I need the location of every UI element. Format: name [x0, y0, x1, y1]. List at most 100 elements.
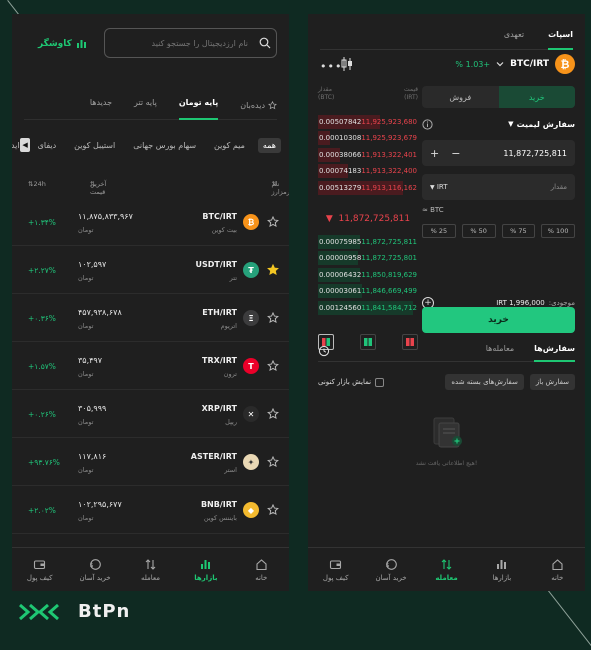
- percent-75-button[interactable]: 75 %: [501, 224, 536, 238]
- pair-bar: ₿ BTC/IRT +1.03 % •••: [318, 54, 575, 76]
- price-input[interactable]: 11,872,725,811: [503, 149, 567, 158]
- nav-item-trade[interactable]: معامله: [123, 548, 178, 591]
- percent-100-button[interactable]: 100 %: [541, 224, 575, 238]
- home-icon: [255, 558, 268, 571]
- amount-input[interactable]: مقدار: [551, 183, 567, 191]
- chip-stablecoin[interactable]: استیبل کوین: [69, 138, 120, 153]
- bid-row[interactable]: 0.00000958 11,872,725,801: [318, 250, 418, 266]
- chevron-down-icon: [496, 60, 504, 68]
- plus-icon[interactable]: +: [430, 147, 439, 160]
- star-outline-icon[interactable]: [267, 408, 279, 420]
- tab-margin[interactable]: تعهدی: [504, 24, 524, 50]
- chevron-left-icon[interactable]: ◀: [20, 138, 30, 152]
- nav-item-home[interactable]: خانه: [530, 548, 585, 591]
- mid-price: ▼ 11,872,725,811: [325, 214, 411, 224]
- order-amount: 0.00006432: [319, 270, 362, 279]
- nav-item-home[interactable]: خانه: [234, 548, 289, 591]
- filter-open-orders[interactable]: سفارش باز: [529, 374, 575, 390]
- chip-defi[interactable]: دیفای: [33, 138, 62, 153]
- percent-25-button[interactable]: 25 %: [422, 224, 456, 238]
- tab-toman-base[interactable]: پایه تومان: [178, 92, 219, 120]
- star-outline-icon[interactable]: [267, 360, 279, 372]
- tab-trades[interactable]: معامله‌ها: [486, 340, 514, 362]
- nav-item-wallet[interactable]: کیف پول: [12, 548, 67, 591]
- col-name[interactable]: نام رمزارز ⇅: [272, 180, 289, 196]
- history-icon[interactable]: [318, 340, 330, 362]
- buy-button[interactable]: خرید: [422, 307, 575, 333]
- market-unit: تومان: [78, 514, 94, 522]
- market-row[interactable]: ✕ XRP/IRT ریپل ۳۰۵,۹۹۹ تومان +۰.۲۶%: [12, 390, 289, 438]
- star-outline-icon: [268, 101, 277, 110]
- pair-selector[interactable]: ₿ BTC/IRT +1.03 %: [455, 54, 575, 74]
- tab-orders[interactable]: سفارش‌ها: [534, 340, 575, 362]
- order-type-select[interactable]: سفارش لیمیت ▼: [508, 120, 575, 129]
- category-chips: همه میم کوین سهام بورس جهانی استیبل کوین…: [12, 134, 281, 156]
- nav-item-trade[interactable]: معامله: [419, 548, 474, 591]
- bid-row[interactable]: 0.00075985 11,872,725,811: [318, 234, 418, 250]
- col-change[interactable]: ⇅ 24h: [28, 180, 46, 188]
- chip-meme[interactable]: میم کوین: [209, 138, 250, 153]
- orderbook-header: مقدار (BTC) قیمت (IRT): [318, 86, 418, 106]
- star-outline-icon[interactable]: [267, 216, 279, 228]
- ask-row[interactable]: 0.00074183 11,913,322,400: [318, 163, 418, 179]
- btc-coin-icon: ₿: [555, 54, 575, 74]
- amount-header: مقدار: [318, 86, 332, 93]
- bid-row[interactable]: 0.00003061 11,846,669,499: [318, 283, 418, 299]
- tab-new[interactable]: جدیدها: [90, 92, 112, 120]
- nav-label: بازارها: [194, 573, 218, 582]
- chip-global-stocks[interactable]: سهام بورس جهانی: [128, 138, 201, 153]
- ask-row[interactable]: 0.00507842 11,925,923,680: [318, 114, 418, 130]
- market-row[interactable]: T TRX/IRT ترون ۳۵,۴۹۷ تومان +۱.۵۷%: [12, 342, 289, 390]
- col-price[interactable]: آخرین قیمت ⇅: [90, 180, 106, 196]
- info-icon[interactable]: [422, 118, 433, 130]
- market-row[interactable]: ₮ USDT/IRT تتر ۱۰۲,۵۹۷ تومان +۲.۲۷%: [12, 246, 289, 294]
- current-market-checkbox[interactable]: نمایش بازار کنونی: [318, 377, 385, 387]
- market-row[interactable]: ✦ ASTER/IRT استر ۱۱۷,۸۱۶ تومان +۹۳.۷۶%: [12, 438, 289, 486]
- ask-row[interactable]: 0.00038066 11,913,322,401: [318, 147, 418, 163]
- brand-name: کاوشگر: [38, 38, 72, 49]
- nav-item-easy-buy[interactable]: $ خرید آسان: [363, 548, 418, 591]
- star-filled-icon[interactable]: [267, 264, 279, 276]
- nav-label: خانه: [551, 573, 564, 582]
- brand[interactable]: کاوشگر: [38, 38, 87, 49]
- nav-item-markets[interactable]: بازارها: [178, 548, 233, 591]
- buy-tab[interactable]: خرید: [498, 86, 575, 108]
- star-outline-icon[interactable]: [267, 312, 279, 324]
- bid-row[interactable]: 0.00124560 11,841,584,712: [318, 300, 418, 316]
- eth-coin-icon: Ξ: [243, 310, 259, 326]
- nav-label: خرید آسان: [79, 573, 111, 582]
- trade-type-tabs: اسپات تعهدی: [320, 24, 573, 50]
- nav-label: معامله: [435, 573, 458, 582]
- current-market-label: نمایش بازار کنونی: [318, 378, 372, 386]
- star-outline-icon[interactable]: [267, 504, 279, 516]
- order-amount: 0.00010308: [319, 134, 362, 143]
- market-row[interactable]: ◆ BNB/IRT بایننس کوین ۱۰۲,۲۹۵,۶۷۷ تومان +۲.۰۲…: [12, 486, 289, 534]
- percent-50-button[interactable]: 50 %: [461, 224, 496, 238]
- market-row[interactable]: ₿ BTC/IRT بیت کوین ۱۱,۸۷۵,۸۳۳,۹۶۷ تومان +۱.۳۴…: [12, 198, 289, 246]
- sell-tab[interactable]: فروش: [422, 86, 499, 108]
- nav-item-markets[interactable]: بازارها: [474, 548, 529, 591]
- tab-tether-base[interactable]: پایه تتر: [134, 92, 157, 120]
- bid-row[interactable]: 0.00006432 11,850,819,629: [318, 267, 418, 283]
- star-outline-icon[interactable]: [267, 456, 279, 468]
- minus-icon[interactable]: −: [451, 147, 460, 160]
- top-bar: کاوشگر: [24, 28, 277, 58]
- buy-sell-toggle: خرید فروش: [422, 86, 575, 108]
- market-row[interactable]: Ξ ETH/IRT اتریوم ۴۵۷,۹۳۸,۶۷۸ تومان +۰.۳۶%: [12, 294, 289, 342]
- nav-item-wallet[interactable]: کیف پول: [308, 548, 363, 591]
- nav-item-easy-buy[interactable]: $ خرید آسان: [67, 548, 122, 591]
- tab-watchlist[interactable]: دیده‌بان: [240, 92, 277, 120]
- ask-row[interactable]: 0.00010308 11,925,923,679: [318, 130, 418, 146]
- quote-currency-select[interactable]: ▼ IRT: [430, 183, 448, 191]
- order-amount: 0.00513279: [319, 183, 362, 192]
- tab-spot[interactable]: اسپات: [548, 24, 573, 50]
- filter-closed-orders[interactable]: سفارش‌های بسته شده: [445, 374, 524, 390]
- search-box[interactable]: [104, 28, 277, 58]
- search-input[interactable]: [105, 38, 254, 48]
- percent-buttons: 100 % 75 % 50 % 25 %: [422, 224, 575, 238]
- col-change-label: 24h: [33, 180, 46, 188]
- ask-row[interactable]: 0.00513279 11,913,116,162: [318, 180, 418, 196]
- tab-label: دیده‌بان: [240, 100, 265, 110]
- chip-all[interactable]: همه: [257, 137, 281, 153]
- candlestick-chart-icon[interactable]: [340, 56, 354, 72]
